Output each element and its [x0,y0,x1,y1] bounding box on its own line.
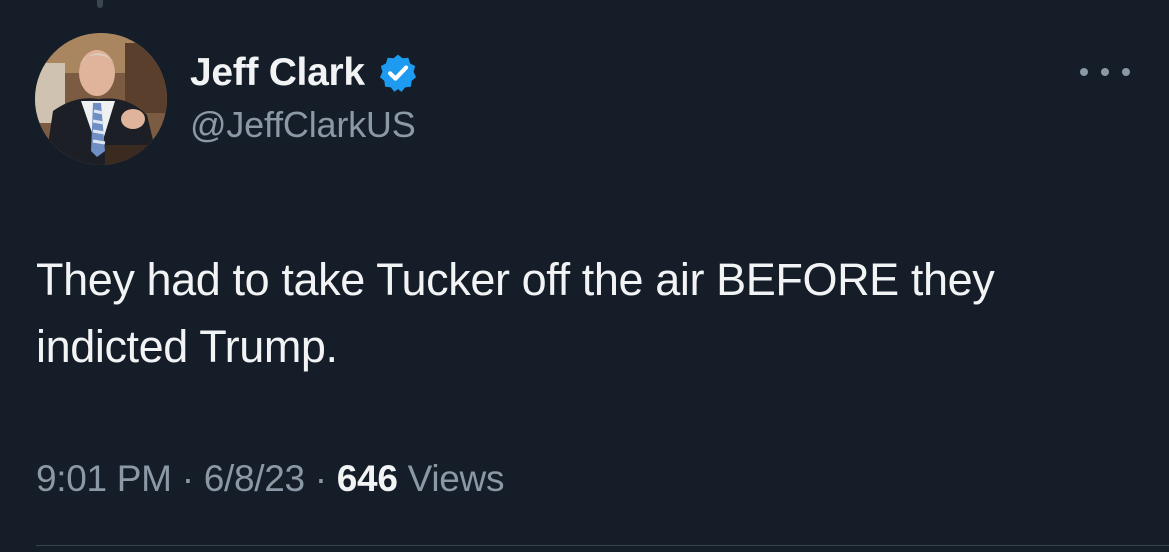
author-name-row[interactable]: Jeff Clark [190,48,419,98]
avatar[interactable] [35,33,167,165]
tweet-text: They had to take Tucker off the air BEFO… [36,254,995,372]
more-dot [1080,68,1088,76]
divider [36,545,1169,546]
more-dot [1101,68,1109,76]
more-options-icon[interactable] [1080,60,1130,84]
tweet-date[interactable]: 6/8/23 [204,458,305,499]
tweet-detail: Jeff Clark @JeffClarkUS They had to take… [0,0,1169,552]
tweet-metadata: 9:01 PM · 6/8/23 · 646 Views [36,458,504,500]
author-handle[interactable]: @JeffClarkUS [190,104,416,146]
avatar-photo [35,33,167,165]
meta-separator: · [314,458,327,499]
more-dot [1122,68,1130,76]
tweet-time[interactable]: 9:01 PM [36,458,172,499]
views-count[interactable]: 646 [337,458,398,499]
views-label: Views [407,458,505,499]
meta-separator: · [181,458,194,499]
author-display-name[interactable]: Jeff Clark [190,51,365,95]
thread-connector-line [97,0,103,8]
verified-badge-icon [379,54,416,92]
